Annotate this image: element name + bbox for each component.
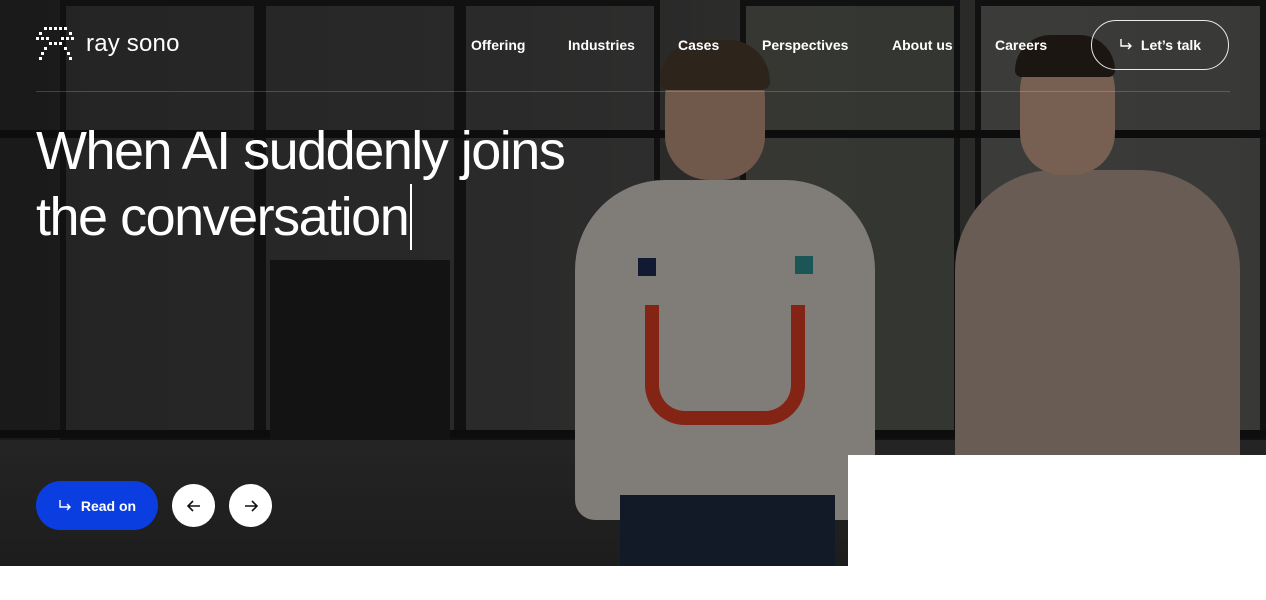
nav-item-offering[interactable]: Offering bbox=[471, 37, 525, 53]
arrow-left-icon bbox=[186, 499, 200, 512]
read-on-button[interactable]: Read on bbox=[36, 481, 158, 530]
arrow-turn-down-right-icon bbox=[1120, 39, 1132, 50]
headline-line-2: the conversation bbox=[36, 184, 676, 250]
nav-item-cases[interactable]: Cases bbox=[678, 37, 719, 53]
hero-headline: When AI suddenly joins the conversation bbox=[36, 118, 676, 250]
headline-line-1: When AI suddenly joins bbox=[36, 121, 566, 181]
arrow-right-icon bbox=[244, 499, 258, 512]
arrow-turn-down-right-icon bbox=[59, 499, 71, 510]
nav-item-careers[interactable]: Careers bbox=[995, 37, 1047, 53]
nav-item-industries[interactable]: Industries bbox=[568, 37, 635, 53]
lets-talk-label: Let’s talk bbox=[1140, 37, 1202, 53]
nav-item-perspectives[interactable]: Perspectives bbox=[762, 37, 848, 53]
main-nav: Offering Industries Cases Perspectives A… bbox=[0, 37, 1266, 57]
hero-white-panel bbox=[848, 455, 1266, 566]
nav-item-about-us[interactable]: About us bbox=[892, 37, 953, 53]
hero-section: ray sono Offering Industries Cases Persp… bbox=[0, 0, 1266, 566]
lets-talk-button[interactable]: Let’s talk bbox=[1091, 20, 1229, 70]
previous-slide-button[interactable] bbox=[172, 484, 215, 527]
header-divider bbox=[36, 91, 1230, 92]
site-header: ray sono Offering Industries Cases Persp… bbox=[0, 0, 1266, 92]
typing-caret bbox=[410, 184, 413, 250]
next-slide-button[interactable] bbox=[229, 484, 272, 527]
headline-line-2-text: the conversation bbox=[36, 187, 410, 247]
read-on-label: Read on bbox=[80, 497, 137, 514]
